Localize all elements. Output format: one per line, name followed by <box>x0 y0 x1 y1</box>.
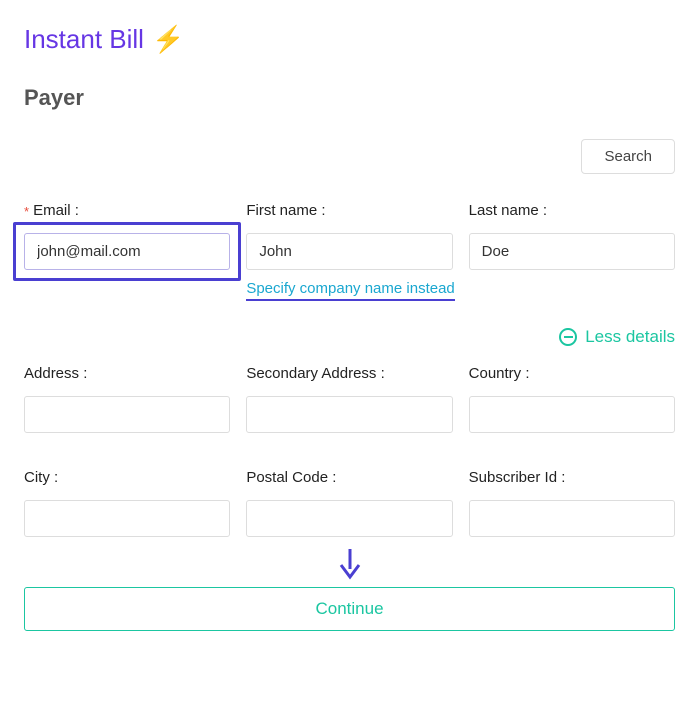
less-details-label: Less details <box>585 327 675 347</box>
arrow-down-icon <box>336 547 364 581</box>
first-name-input[interactable] <box>246 233 452 270</box>
first-name-label: First name : <box>246 202 452 219</box>
secondary-address-label: Secondary Address : <box>246 365 452 382</box>
city-field-wrap: City : <box>24 469 230 537</box>
less-details-row: Less details <box>24 327 675 347</box>
email-label-text: Email : <box>33 202 79 219</box>
first-name-field-wrap: First name : <box>246 202 452 270</box>
minus-circle-icon <box>559 328 577 346</box>
postal-code-label: Postal Code : <box>246 469 452 486</box>
payer-form-row1: * Email : First name : Last name : Specif… <box>24 202 675 311</box>
country-input[interactable] <box>469 396 675 433</box>
company-link-row: Specify company name instead <box>246 280 675 301</box>
subscriber-id-label: Subscriber Id : <box>469 469 675 486</box>
city-label: City : <box>24 469 230 486</box>
lightning-icon: ⚡ <box>152 24 184 55</box>
address-input[interactable] <box>24 396 230 433</box>
secondary-address-input[interactable] <box>246 396 452 433</box>
postal-code-field-wrap: Postal Code : <box>246 469 452 537</box>
page-title-text: Instant Bill <box>24 24 144 55</box>
email-field-wrap: * Email : <box>24 202 230 270</box>
search-button[interactable]: Search <box>581 139 675 174</box>
continue-button[interactable]: Continue <box>24 587 675 631</box>
arrow-annotation-wrap <box>24 547 675 581</box>
specify-company-link[interactable]: Specify company name instead <box>246 280 454 301</box>
last-name-field-wrap: Last name : <box>469 202 675 270</box>
country-label: Country : <box>469 365 675 382</box>
address-label: Address : <box>24 365 230 382</box>
postal-code-input[interactable] <box>246 500 452 537</box>
secondary-address-field-wrap: Secondary Address : <box>246 365 452 433</box>
payer-form-row3: City : Postal Code : Subscriber Id : <box>24 469 675 537</box>
search-row: Search <box>24 139 675 174</box>
last-name-label: Last name : <box>469 202 675 219</box>
required-asterisk-icon: * <box>24 204 29 219</box>
email-label: * Email : <box>24 202 230 219</box>
page-title: Instant Bill ⚡ <box>24 24 675 55</box>
country-field-wrap: Country : <box>469 365 675 433</box>
email-input[interactable] <box>24 233 230 270</box>
subscriber-id-field-wrap: Subscriber Id : <box>469 469 675 537</box>
less-details-toggle[interactable]: Less details <box>559 327 675 347</box>
city-input[interactable] <box>24 500 230 537</box>
payer-form-row2: Address : Secondary Address : Country : <box>24 365 675 433</box>
subscriber-id-input[interactable] <box>469 500 675 537</box>
last-name-input[interactable] <box>469 233 675 270</box>
address-field-wrap: Address : <box>24 365 230 433</box>
section-title: Payer <box>24 85 675 111</box>
